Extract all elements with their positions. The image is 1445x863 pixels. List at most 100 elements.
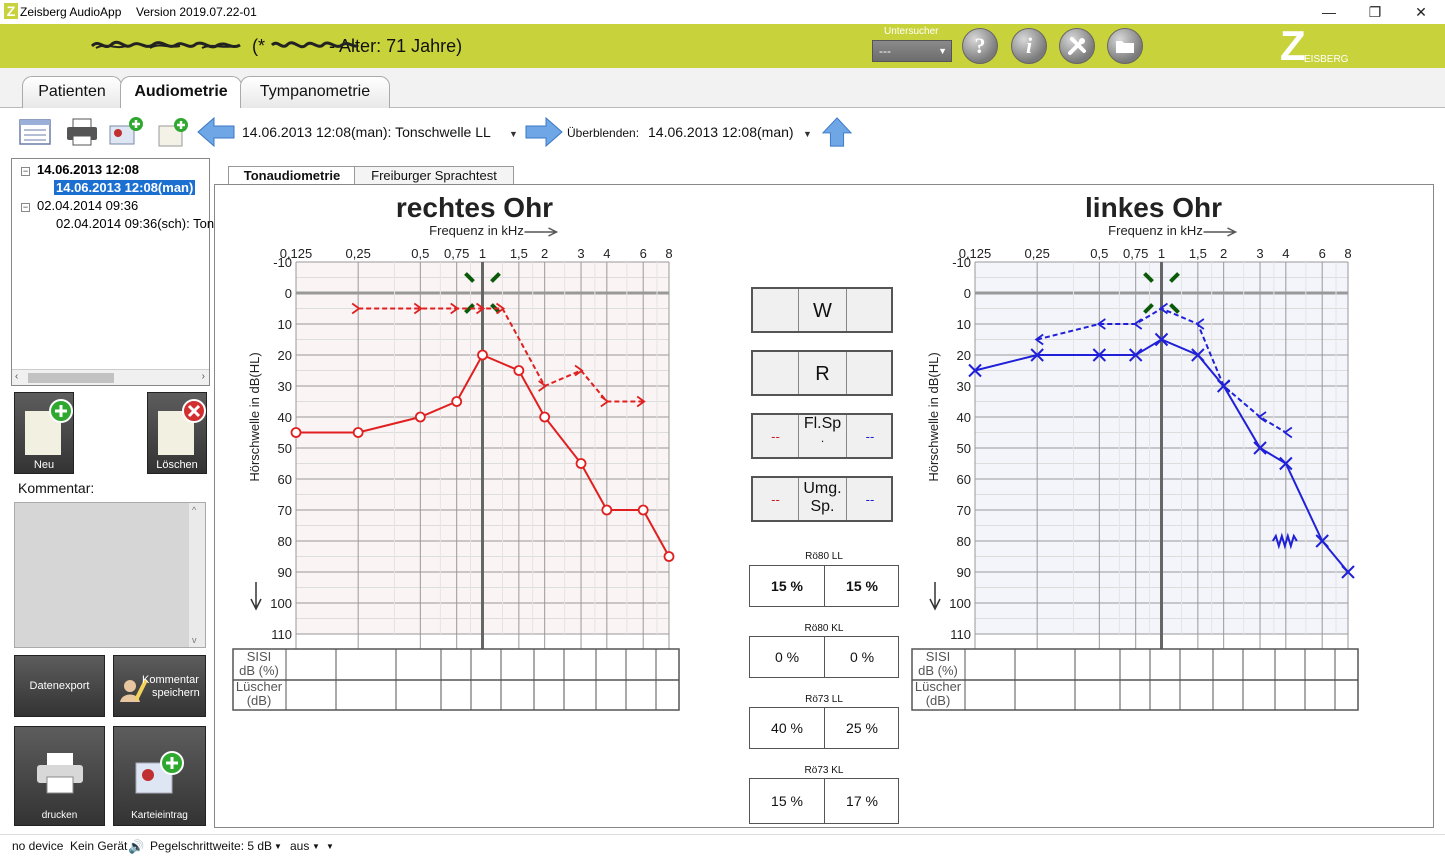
scroll-left-icon[interactable]: ‹ [15,371,18,382]
print-button[interactable]: drucken [14,726,105,826]
ro80kl-left-value[interactable]: 0 % [825,637,899,677]
flsp-left-value[interactable]: -- [847,415,893,457]
scroll-right-icon[interactable]: › [202,371,205,382]
help-button[interactable]: ? [962,28,998,64]
arrow-right-icon[interactable] [524,116,564,148]
tree-measurement-1[interactable]: 14.06.2013 12:08(man) [54,180,196,195]
tab-audiometrie[interactable]: Audiometrie [120,76,242,109]
right-y-tick-label: 20 [278,348,292,363]
left-y-tick-label: 50 [957,441,971,456]
tab-tympanometrie[interactable]: Tympanometrie [240,76,390,108]
app-version: Version 2019.07.22-01 [136,5,257,19]
delete-button[interactable]: Löschen [147,392,207,474]
left-x-tick-label: 2 [1220,246,1227,261]
tree-horizontal-scrollbar[interactable]: ‹ › [12,369,209,385]
examiner-select[interactable]: --- ▼ [872,40,952,62]
save-comment-button[interactable]: Kommentar speichern [113,655,206,717]
mode-select[interactable]: aus [290,839,309,853]
flsp-label-line-2: . [820,431,825,445]
add-card-icon [135,751,184,794]
flsp-label: Fl.Sp . [799,415,847,457]
ro73ll-label: Rö73 LL [805,694,843,705]
save-comment-label-1: Kommentar [142,674,199,686]
comment-scrollbar[interactable]: ^ v [189,503,205,647]
add-patient-card-icon[interactable] [108,116,144,148]
examiner-value: --- [879,44,891,58]
tab-patienten[interactable]: Patienten [22,76,122,108]
collapse-icon[interactable]: − [21,167,30,176]
tree-date-2[interactable]: 02.04.2014 09:36 [37,198,138,213]
maximize-button[interactable]: ❐ [1352,0,1398,24]
patient-header: (* - Alter: 71 Jahre) Untersucher --- ▼ … [0,22,1445,69]
r-left-cell[interactable] [847,352,893,394]
scroll-up-icon[interactable]: ^ [192,505,196,515]
ro80kl-right-value[interactable]: 0 % [750,637,825,677]
export-button[interactable]: Datenexport [14,655,105,717]
ro73kl-right-value[interactable]: 15 % [750,779,825,823]
umgsp-box: -- Umg. Sp. -- [751,476,893,522]
close-button[interactable]: ✕ [1398,0,1444,24]
arrow-left-icon[interactable] [196,116,236,148]
overlay-select[interactable]: 14.06.2013 12:08(man) [648,124,794,140]
left-y-tick-label: -10 [952,255,971,270]
printer-icon[interactable] [64,116,100,148]
right-y-tick-label: 60 [278,472,292,487]
umgsp-right-value[interactable]: -- [753,478,799,520]
examiner-label: Untersucher [884,26,939,37]
ro73kl-left-value[interactable]: 17 % [825,779,899,823]
open-folder-button[interactable] [1107,28,1143,64]
new-measurement-icon[interactable] [156,116,192,148]
chevron-down-icon[interactable]: ▼ [274,842,282,851]
left-y-tick-label: 100 [949,596,971,611]
chevron-down-icon[interactable]: ▼ [312,842,320,851]
tab-tonaudiometrie[interactable]: Tonaudiometrie [228,166,356,185]
list-view-icon[interactable] [18,116,54,148]
tab-freiburger-sprachtest[interactable]: Freiburger Sprachtest [354,166,514,185]
left-ear-title: linkes Ohr [1085,192,1222,223]
chevron-down-icon[interactable]: ▼ [326,842,334,851]
file-entry-button[interactable]: Karteieintrag [113,726,206,826]
left-y-tick-label: 110 [950,627,971,642]
left-x-tick-label: 1 [1158,246,1165,261]
ro80ll-left-value[interactable]: 15 % [825,566,899,606]
settings-button[interactable] [1059,28,1095,64]
right-data-point [414,411,426,423]
info-button[interactable]: i [1011,28,1047,64]
left-y-tick-label: 30 [957,379,971,394]
comment-textarea[interactable]: ^ v [14,502,206,648]
left-y-tick-label: 20 [957,348,971,363]
w-right-cell[interactable] [753,289,799,331]
tree-measurement-2[interactable]: 02.04.2014 09:36(sch): Ton [56,216,214,231]
right-y-tick-label: 80 [278,534,292,549]
left-y-tick-label: 0 [964,286,971,301]
print-button-label: drucken [41,810,78,821]
chevron-down-icon[interactable]: ▼ [803,129,812,139]
minimize-button[interactable]: — [1306,0,1352,24]
left-y-tick-label: 40 [957,410,971,425]
measurement-select[interactable]: 14.06.2013 12:08(man): Tonschwelle LL [242,124,491,140]
arrow-up-icon[interactable] [820,116,854,148]
r-right-cell[interactable] [753,352,799,394]
right-x-tick-label: 2 [541,246,548,261]
step-size-select[interactable]: Pegelschrittweite: 5 dB [150,839,272,853]
scroll-down-icon[interactable]: v [192,635,197,645]
left-yaxis-arrow-icon [929,582,941,611]
w-left-cell[interactable] [847,289,893,331]
right-data-point [352,427,364,438]
tree-date-1[interactable]: 14.06.2013 12:08 [37,162,139,177]
ro73ll-left-value[interactable]: 25 % [825,708,899,748]
new-button[interactable]: Neu [14,392,74,474]
right-sisi-unit: dB (%) [239,663,279,678]
chevron-down-icon[interactable]: ▼ [509,129,518,139]
scrollbar-thumb[interactable] [28,373,114,383]
ro80ll-right-value[interactable]: 15 % [750,566,825,606]
right-y-tick-label: 30 [278,379,292,394]
umgsp-label-line-2: Sp. [810,498,835,515]
left-xaxis-label: Frequenz in kHz [1108,223,1203,238]
flsp-right-value[interactable]: -- [753,415,799,457]
collapse-icon[interactable]: − [21,203,30,212]
umgsp-left-value[interactable]: -- [847,478,893,520]
ro73ll-right-value[interactable]: 40 % [750,708,825,748]
right-yaxis-label: Hörschwelle in dB(HL) [247,352,262,481]
right-ear-title: rechtes Ohr [396,192,553,223]
